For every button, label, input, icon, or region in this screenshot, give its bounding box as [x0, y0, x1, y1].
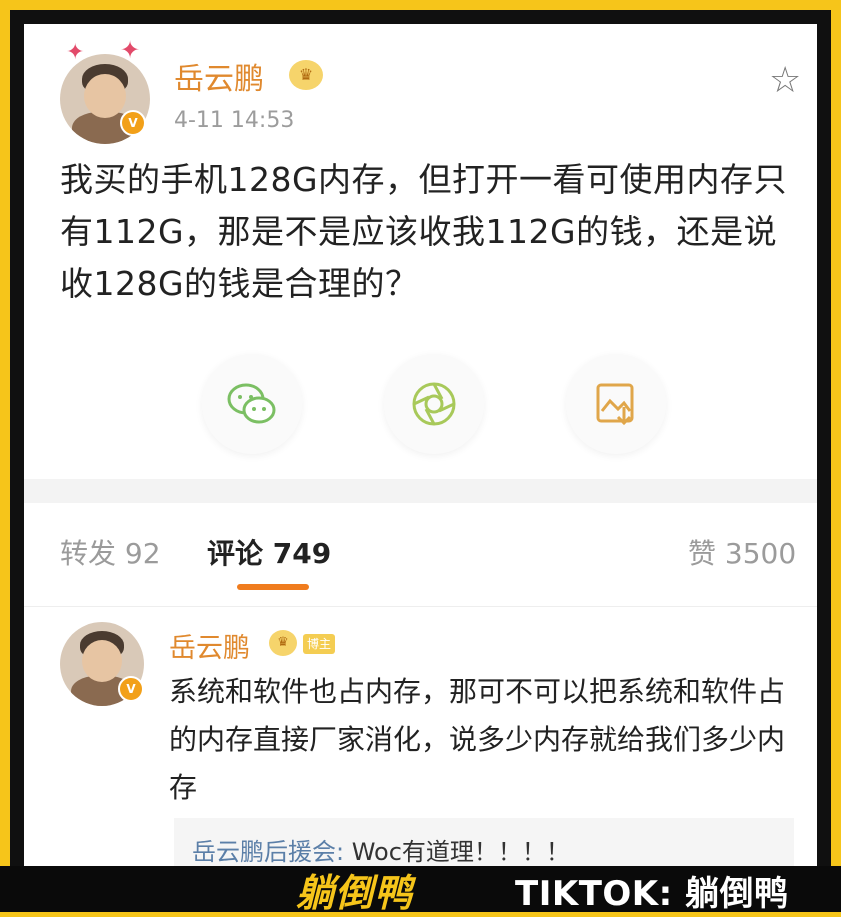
- share-moments-button[interactable]: [384, 354, 484, 454]
- comment-body-text: 系统和软件也占内存，那可不可以把系统和软件占的内存直接厂家消化，说多少内存就给我…: [169, 675, 786, 804]
- tab-comment[interactable]: 评论 749: [207, 532, 331, 572]
- post-author-name[interactable]: 岳云鹏: [174, 54, 264, 98]
- decor-star-icon: ✦: [66, 40, 85, 65]
- post-body-text: 我买的手机128G内存，但打开一看可使用内存只有112G，那是不是应该收我112…: [60, 160, 788, 303]
- comment-author-name[interactable]: 岳云鹏: [169, 626, 250, 665]
- tab-divider: [24, 606, 817, 607]
- share-wechat-button[interactable]: [202, 354, 302, 454]
- crown-badge-icon: ♛: [269, 630, 297, 656]
- tab-like[interactable]: 赞 3500: [688, 532, 796, 572]
- tab-repost[interactable]: 转发 92: [60, 532, 161, 572]
- verified-badge-icon: V: [120, 110, 146, 136]
- author-tag-badge: 博主: [303, 634, 336, 654]
- watermark-source-text: TIKTOK: 躺倒鸭: [515, 874, 789, 914]
- wechat-icon: [227, 383, 276, 424]
- moments-icon: [412, 382, 456, 426]
- active-tab-indicator: [237, 584, 309, 590]
- section-divider: [24, 479, 817, 503]
- watermark-logo: 躺倒鸭: [296, 871, 414, 915]
- favorite-star-icon[interactable]: ☆: [769, 60, 801, 101]
- post-timestamp: 4-11 14:53: [174, 108, 295, 133]
- weibo-post-panel: V ✦ ✦ 岳云鹏 ♛ 4-11 14:53 ☆ 我买的手机128G内存，但打开…: [24, 24, 817, 876]
- decor-star-icon: ✦: [120, 36, 141, 64]
- save-image-icon: [596, 383, 634, 426]
- image-frame: V ✦ ✦ 岳云鹏 ♛ 4-11 14:53 ☆ 我买的手机128G内存，但打开…: [10, 10, 831, 890]
- verified-badge-icon: V: [118, 676, 144, 702]
- save-image-button[interactable]: [566, 354, 666, 454]
- crown-badge-icon: ♛: [289, 60, 323, 90]
